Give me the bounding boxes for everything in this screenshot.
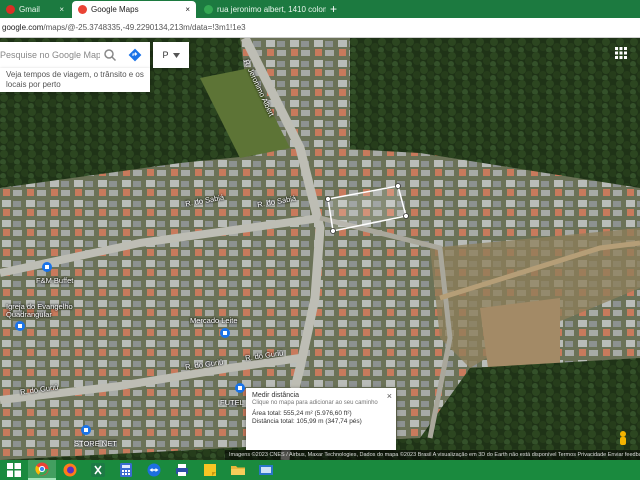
tab-close-icon[interactable]: × xyxy=(185,5,190,14)
mode-label: P xyxy=(162,50,169,60)
printer-icon xyxy=(176,464,188,476)
url-text[interactable]: google.com/maps/@-25.3748335,-49.2290134… xyxy=(2,23,602,32)
place-pin-icon xyxy=(81,425,91,435)
place-label-mercado-leite[interactable]: Mercado Leite xyxy=(190,316,238,325)
measure-vertex xyxy=(395,183,401,189)
search-icon[interactable] xyxy=(103,48,117,62)
address-bar[interactable]: google.com/maps/@-25.3748335,-49.2290134… xyxy=(0,18,640,38)
tab-label: rua jeronimo albert, 1410 colom xyxy=(217,5,326,14)
directions-icon[interactable] xyxy=(128,48,142,62)
measure-vertex xyxy=(330,228,336,234)
browser-tab-strip: Gmail × Google Maps × rua jeronimo alber… xyxy=(0,0,640,18)
place-pin-icon xyxy=(42,262,52,272)
tab-google-maps[interactable]: Google Maps × xyxy=(72,1,196,18)
taskbar-firefox[interactable] xyxy=(56,460,84,480)
place-label-store[interactable]: STORE NET xyxy=(74,439,117,448)
windows-start-icon xyxy=(7,463,21,477)
place-pin-icon xyxy=(15,321,25,331)
tab-search[interactable]: rua jeronimo albert, 1410 colom × xyxy=(198,1,326,18)
place-label-igreja[interactable]: Igreja do Evangelho Quadrangular xyxy=(6,303,78,319)
place-pin-icon xyxy=(220,328,230,338)
windows-start-button[interactable] xyxy=(0,460,28,480)
pegman-icon xyxy=(620,431,626,445)
taskbar-chrome[interactable] xyxy=(28,460,56,480)
taskbar-excel[interactable] xyxy=(84,460,112,480)
place-label-fm-buffet[interactable]: F&M Buffet xyxy=(36,276,73,285)
tab-close-icon[interactable]: × xyxy=(59,5,64,14)
taskbar-sticky-notes[interactable] xyxy=(196,460,224,480)
measure-vertex xyxy=(403,213,409,219)
chrome-icon xyxy=(35,462,49,476)
taskbar-calculator[interactable] xyxy=(112,460,140,480)
measure-distance: Distância total: 105,99 m (347,74 pés) xyxy=(252,418,362,425)
map-attribution[interactable]: Imagens ©2023 CNES / Airbus, Maxar Techn… xyxy=(225,450,640,460)
gmail-icon xyxy=(6,5,15,14)
tab-label: Gmail xyxy=(19,5,40,14)
sticky-notes-icon xyxy=(204,464,216,476)
place-pin-icon xyxy=(235,383,245,393)
measure-distance-card: × Medir distância Clique no mapa para ad… xyxy=(246,388,396,450)
tab-label: Google Maps xyxy=(91,5,139,14)
taskbar-sap[interactable] xyxy=(252,460,280,480)
folder-icon xyxy=(231,466,245,475)
excel-icon xyxy=(91,463,105,477)
measure-area: Área total: 555,24 m² (5.976,60 ft²) xyxy=(252,410,352,417)
google-maps-icon xyxy=(78,5,87,14)
measure-title: Medir distância xyxy=(252,392,300,399)
measure-hint: Clique no mapa para adicionar ao seu cam… xyxy=(252,400,378,406)
travel-mode-button[interactable]: P xyxy=(153,42,189,68)
search-input[interactable] xyxy=(0,50,100,60)
measure-vertex xyxy=(325,196,331,202)
apps-grid-icon[interactable] xyxy=(614,46,628,60)
url-host: google.com xyxy=(2,23,44,32)
calculator-icon xyxy=(120,463,132,477)
close-icon[interactable]: × xyxy=(387,391,392,401)
tab-gmail[interactable]: Gmail × xyxy=(0,1,70,18)
taskbar-teamviewer[interactable] xyxy=(140,460,168,480)
search-suggestion[interactable]: Veja tempos de viagem, o trânsito e os l… xyxy=(0,68,150,92)
taskbar-file-explorer[interactable] xyxy=(224,460,252,480)
url-path: /maps/@-25.3748335,-49.2290134,213m/data… xyxy=(43,23,246,32)
sap-icon xyxy=(259,465,273,475)
place-label-futel[interactable]: FUTEL xyxy=(220,398,244,407)
chevron-down-icon xyxy=(172,52,180,58)
firefox-icon xyxy=(63,463,77,477)
taskbar-printer[interactable] xyxy=(168,460,196,480)
teamviewer-icon xyxy=(147,463,161,477)
maps-search-box xyxy=(0,42,150,68)
taskbar xyxy=(0,460,640,480)
google-icon xyxy=(204,5,213,14)
new-tab-button[interactable]: + xyxy=(330,2,337,16)
